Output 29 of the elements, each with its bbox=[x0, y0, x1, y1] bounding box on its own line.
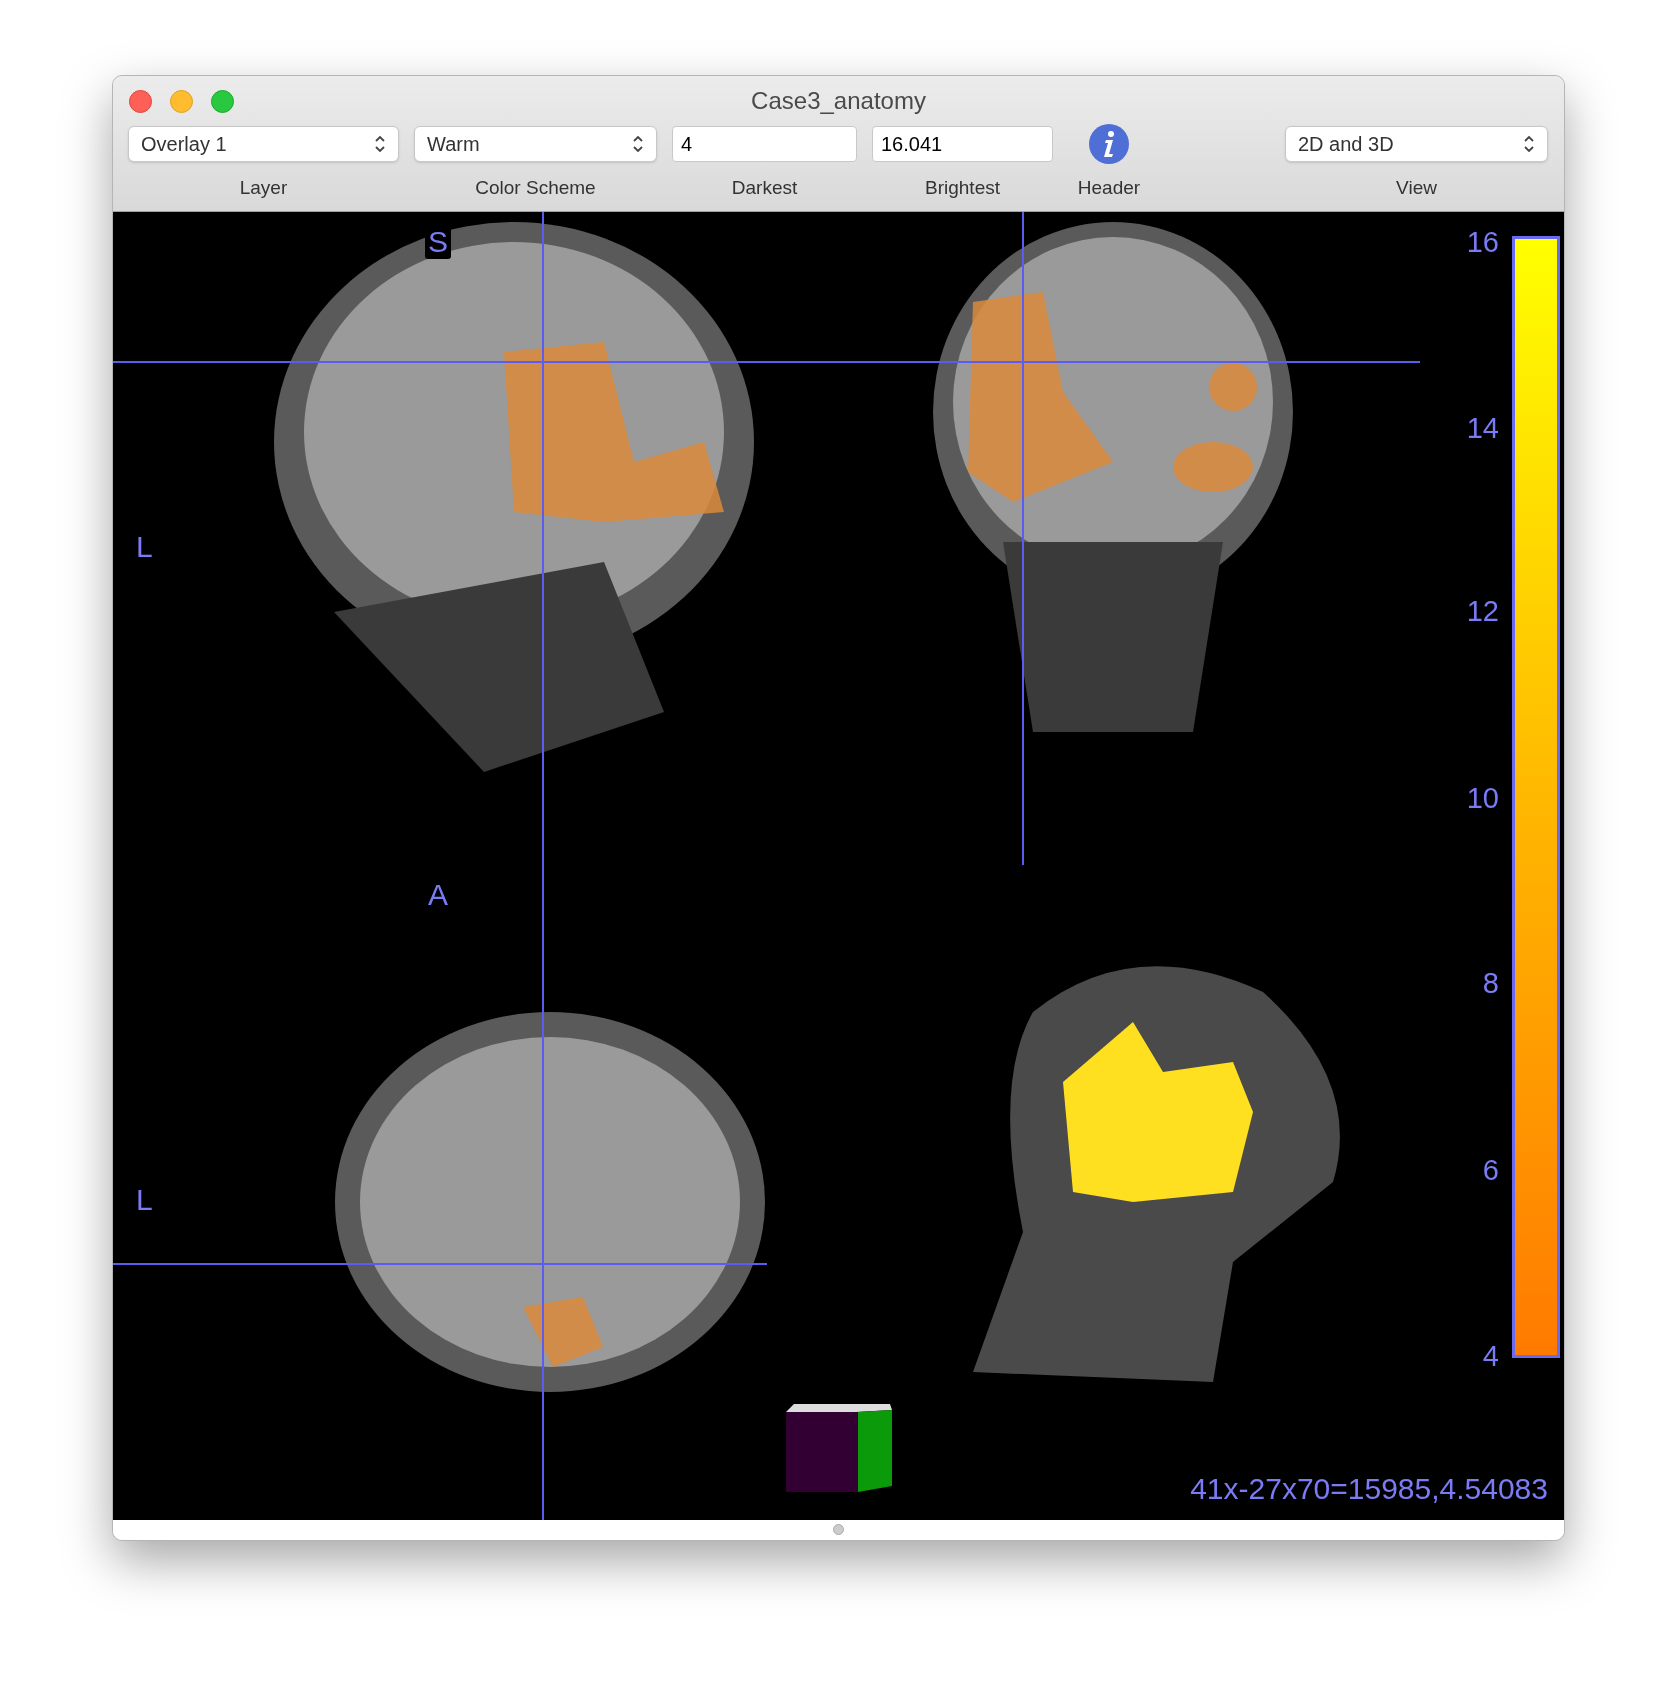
chevron-updown-icon bbox=[374, 134, 386, 154]
orientation-cube-icon bbox=[786, 1403, 892, 1492]
dropdown[interactable]: 2D and 3D bbox=[1285, 126, 1548, 162]
colorbar-tick-label: 14 bbox=[1466, 413, 1499, 443]
field-label: Header bbox=[1077, 176, 1141, 200]
colorbar-tick-label: 10 bbox=[1466, 783, 1499, 813]
chevron-updown-icon bbox=[1523, 134, 1535, 154]
field-label: Brightest bbox=[925, 176, 1000, 200]
input-field[interactable]: 4 bbox=[672, 126, 857, 162]
voxel-readout: 41x-27x70=15985,4.54083 bbox=[1190, 1473, 1548, 1504]
dropdown[interactable]: Warm bbox=[414, 126, 657, 162]
minimize-button[interactable] bbox=[170, 90, 193, 113]
chevron-updown-icon bbox=[632, 134, 644, 154]
colorbar-tick-label: 16 bbox=[1466, 227, 1499, 257]
colorbar-tick-label: 4 bbox=[1482, 1341, 1499, 1371]
colorbar-tick-label: 8 bbox=[1482, 968, 1499, 998]
resize-handle-icon[interactable] bbox=[833, 1524, 844, 1535]
field-label: View bbox=[1396, 176, 1437, 200]
field-label: Color Scheme bbox=[475, 176, 596, 200]
window-title: Case3_anatomy bbox=[751, 86, 926, 116]
info-icon[interactable] bbox=[1088, 123, 1130, 165]
dropdown[interactable]: Overlay 1 bbox=[128, 126, 399, 162]
field-label: Darkest bbox=[731, 176, 798, 200]
close-button[interactable] bbox=[129, 90, 152, 113]
field-label: Layer bbox=[239, 176, 288, 200]
colorbar-tick-label: 12 bbox=[1466, 596, 1499, 626]
colorbar-tick-label: 6 bbox=[1482, 1155, 1499, 1185]
input-field[interactable]: 16.041 bbox=[872, 126, 1053, 162]
zoom-button[interactable] bbox=[211, 90, 234, 113]
